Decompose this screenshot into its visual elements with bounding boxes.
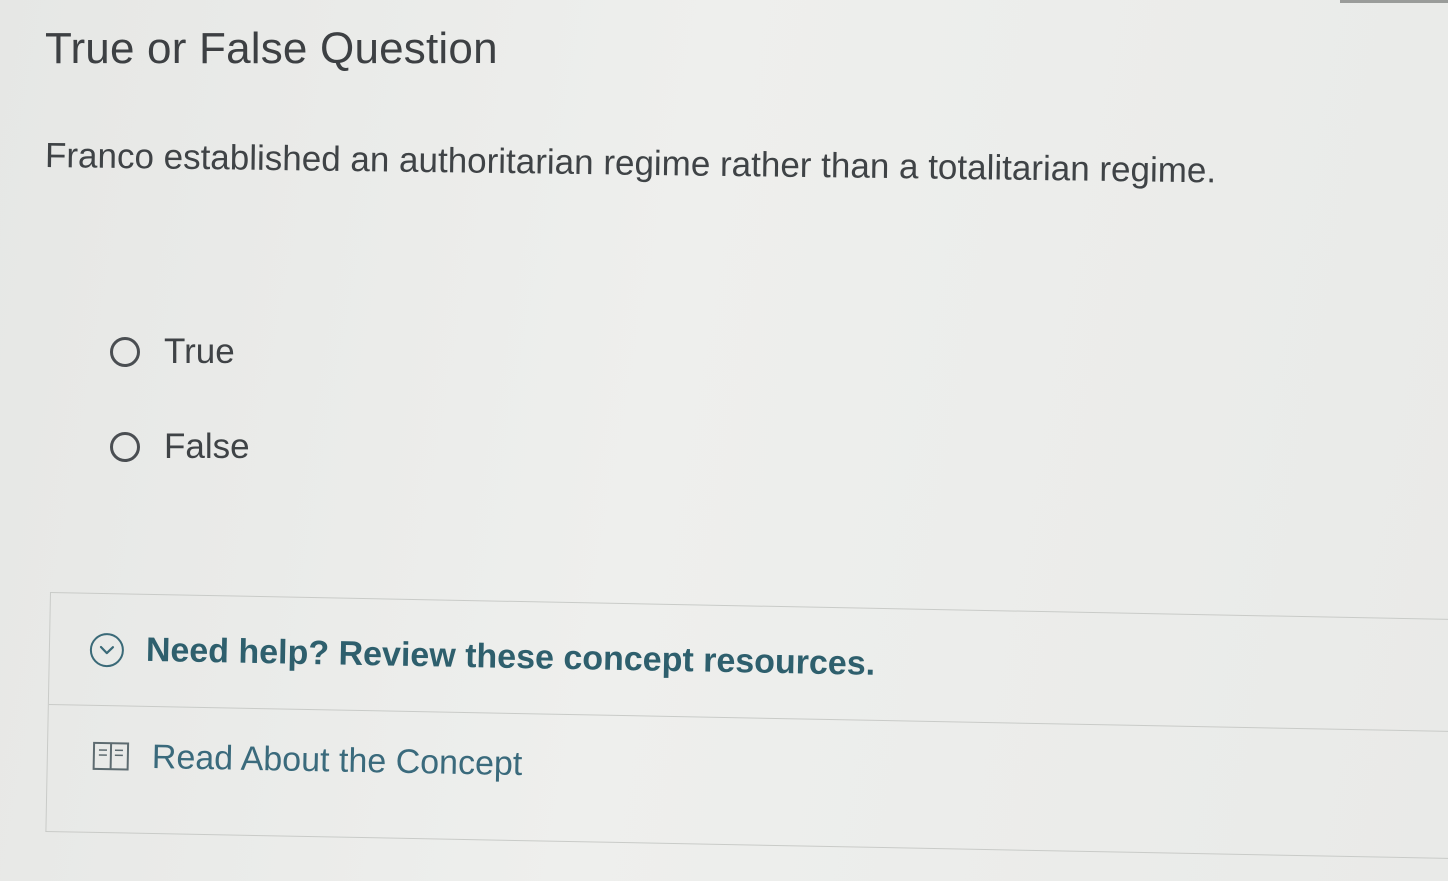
book-icon [92,740,131,773]
answer-options: True False [110,328,250,518]
option-false[interactable]: False [110,423,250,471]
option-false-label: False [164,427,250,466]
read-about-concept-label: Read About the Concept [151,737,523,783]
concept-resources-title: Need help? Review these concept resource… [145,630,876,683]
chevron-down-icon[interactable] [89,632,125,667]
concept-resources-panel: Need help? Review these concept resource… [45,592,1448,860]
radio-true[interactable] [110,337,140,367]
question-heading: True or False Question [45,24,498,73]
option-true-label: True [164,332,235,371]
question-prompt: Franco established an authoritarian regi… [44,136,1217,191]
option-true[interactable]: True [110,328,250,376]
radio-false[interactable] [110,432,140,462]
top-border-line [1340,0,1448,3]
question-page: True or False Question Franco establishe… [0,0,1448,881]
